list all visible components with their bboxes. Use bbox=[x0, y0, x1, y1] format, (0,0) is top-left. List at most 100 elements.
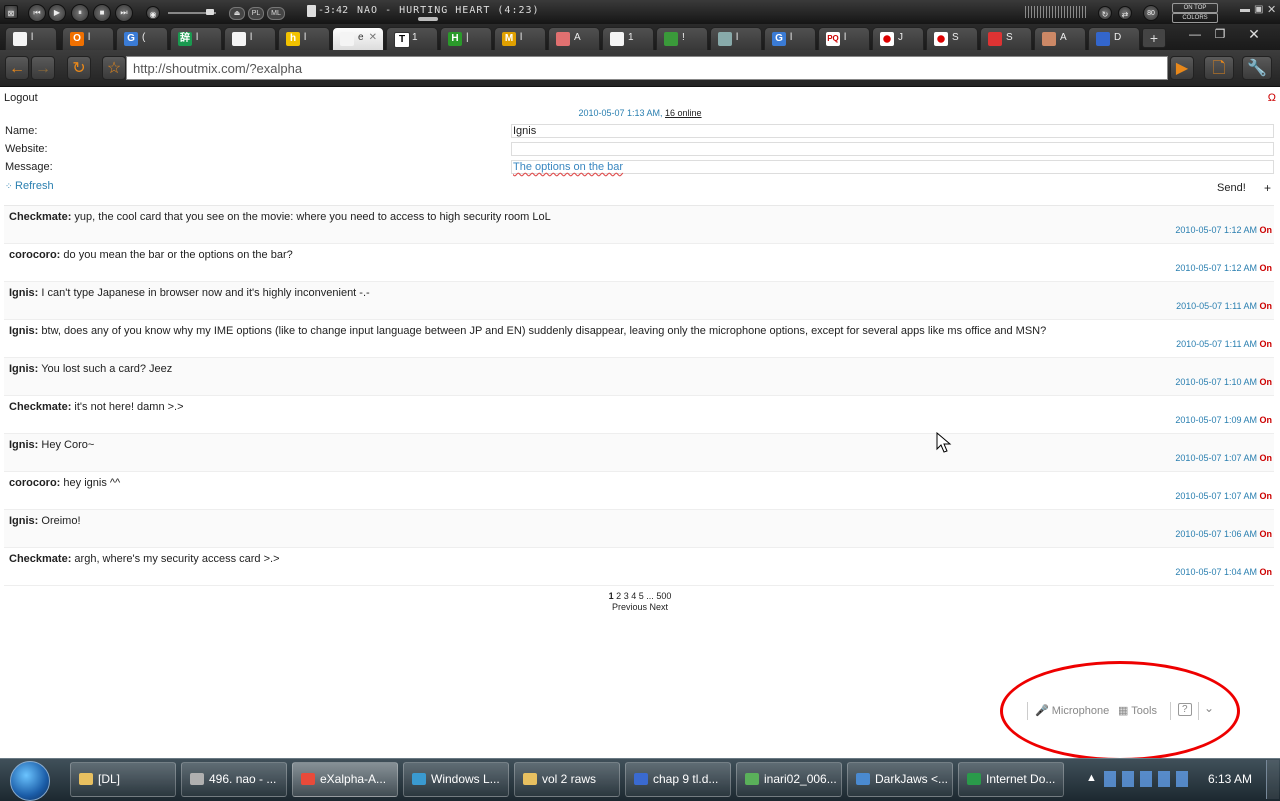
message-flag[interactable]: On bbox=[1260, 377, 1273, 387]
tab[interactable]: Gl bbox=[764, 27, 816, 50]
next-track-button[interactable]: ⏭ bbox=[115, 4, 133, 22]
tab[interactable]: Ol bbox=[62, 27, 114, 50]
tab[interactable]: S bbox=[980, 27, 1032, 50]
play-button[interactable]: ▶ bbox=[48, 4, 66, 22]
refresh-link[interactable]: ⁘ Refresh bbox=[5, 180, 54, 192]
window-close-icon[interactable]: ✕ bbox=[1243, 26, 1265, 42]
tray-icons[interactable] bbox=[1104, 771, 1194, 787]
omega-icon[interactable]: Ω bbox=[1268, 92, 1276, 104]
tab[interactable]: l bbox=[710, 27, 762, 50]
taskbar-item[interactable]: 496. nao - ... bbox=[181, 762, 287, 797]
message-flag[interactable]: On bbox=[1260, 567, 1273, 577]
tab[interactable]: H | bbox=[440, 27, 492, 50]
name-input[interactable] bbox=[511, 124, 1274, 138]
forward-button[interactable]: → bbox=[31, 56, 55, 80]
message-nick[interactable]: Ignis: bbox=[9, 439, 38, 451]
playlist-button[interactable]: PL bbox=[248, 7, 264, 20]
eject-button[interactable]: ⏏ bbox=[229, 7, 245, 20]
tab[interactable]: A bbox=[548, 27, 600, 50]
on-top-toggle[interactable]: ON TOP bbox=[1172, 3, 1218, 13]
seek-slider[interactable] bbox=[418, 17, 438, 21]
tab[interactable]: J bbox=[872, 27, 924, 50]
tab[interactable]: l bbox=[5, 27, 57, 50]
previous-track-button[interactable]: ⏮ bbox=[28, 4, 46, 22]
tab[interactable]: ! bbox=[656, 27, 708, 50]
start-button[interactable] bbox=[10, 761, 50, 801]
message-nick[interactable]: Checkmate: bbox=[9, 553, 71, 565]
media-library-button[interactable]: ML bbox=[267, 7, 285, 20]
wrench-menu-button[interactable]: 🔧 bbox=[1242, 56, 1272, 80]
taskbar-item[interactable]: Internet Do... bbox=[958, 762, 1064, 797]
tab[interactable]: l bbox=[224, 27, 276, 50]
taskbar-item[interactable]: vol 2 raws bbox=[514, 762, 620, 797]
page-menu-button[interactable]: 🗋 bbox=[1204, 56, 1234, 80]
message-nick[interactable]: Checkmate: bbox=[9, 401, 71, 413]
player-maximize-icon[interactable]: ▣ bbox=[1254, 4, 1263, 15]
taskbar-item[interactable]: chap 9 tl.d... bbox=[625, 762, 731, 797]
send-button[interactable]: Send! bbox=[1217, 182, 1246, 194]
online-count-link[interactable]: 16 online bbox=[665, 108, 702, 118]
back-button[interactable]: ← bbox=[5, 56, 29, 80]
expand-button[interactable]: + bbox=[1264, 181, 1271, 195]
message-flag[interactable]: On bbox=[1260, 339, 1273, 349]
page-link[interactable]: 3 bbox=[624, 591, 629, 601]
player-minimize-icon[interactable]: ▬ bbox=[1240, 4, 1250, 15]
tab[interactable]: Ml bbox=[494, 27, 546, 50]
message-nick[interactable]: corocoro: bbox=[9, 249, 60, 261]
tab[interactable]: S bbox=[926, 27, 978, 50]
reload-button[interactable]: ↻ bbox=[67, 56, 91, 80]
page-link[interactable]: 4 bbox=[631, 591, 636, 601]
taskbar-item[interactable]: inari02_006... bbox=[736, 762, 842, 797]
message-flag[interactable]: On bbox=[1260, 263, 1273, 273]
page-link[interactable]: 5 bbox=[639, 591, 644, 601]
website-input[interactable] bbox=[511, 142, 1274, 156]
message-nick[interactable]: Ignis: bbox=[9, 325, 38, 337]
message-flag[interactable]: On bbox=[1260, 453, 1273, 463]
page-link[interactable]: 2 bbox=[616, 591, 621, 601]
tab[interactable]: PQ l bbox=[818, 27, 870, 50]
shuffle-icon[interactable]: ⇄ bbox=[1118, 6, 1132, 20]
clock[interactable]: 6:13 AM bbox=[1200, 762, 1260, 797]
message-nick[interactable]: Ignis: bbox=[9, 363, 38, 375]
message-flag[interactable]: On bbox=[1260, 415, 1273, 425]
pause-button[interactable]: ⏸ bbox=[71, 4, 89, 22]
new-tab-button[interactable]: + bbox=[1142, 28, 1166, 48]
player-menu-icon[interactable]: ⊠ bbox=[4, 5, 18, 19]
message-flag[interactable]: On bbox=[1260, 491, 1273, 501]
address-bar[interactable] bbox=[126, 56, 1168, 80]
colors-toggle[interactable]: COLORS bbox=[1172, 13, 1218, 23]
next-link[interactable]: Next bbox=[650, 602, 669, 612]
page-link-last[interactable]: 500 bbox=[656, 591, 671, 601]
tab-active[interactable]: e ✕ bbox=[332, 27, 384, 50]
taskbar-item[interactable]: Windows L... bbox=[403, 762, 509, 797]
tray-expand-icon[interactable]: ▲ bbox=[1086, 772, 1097, 784]
repeat-icon[interactable]: ↻ bbox=[1098, 6, 1112, 20]
stop-button[interactable]: ■ bbox=[93, 4, 111, 22]
previous-link[interactable]: Previous bbox=[612, 602, 647, 612]
tab-close-icon[interactable]: ✕ bbox=[369, 32, 377, 43]
tab[interactable]: 辞l bbox=[170, 27, 222, 50]
logout-link[interactable]: Logout bbox=[4, 92, 38, 104]
taskbar-item[interactable]: [DL] bbox=[70, 762, 176, 797]
window-restore-icon[interactable]: ❐ bbox=[1209, 26, 1231, 42]
message-flag[interactable]: On bbox=[1260, 529, 1273, 539]
bookmark-star-button[interactable]: ☆ bbox=[102, 56, 126, 80]
tab[interactable]: T1 bbox=[386, 27, 438, 50]
tab[interactable]: 1 bbox=[602, 27, 654, 50]
tab[interactable]: hl bbox=[278, 27, 330, 50]
message-nick[interactable]: corocoro: bbox=[9, 477, 60, 489]
window-minimize-icon[interactable]: — bbox=[1184, 26, 1206, 42]
tab[interactable]: D bbox=[1088, 27, 1140, 50]
message-flag[interactable]: On bbox=[1260, 225, 1273, 235]
taskbar-item[interactable]: eXalpha-A... bbox=[292, 762, 398, 797]
message-nick[interactable]: Ignis: bbox=[9, 515, 38, 527]
go-button[interactable]: ▶ bbox=[1170, 56, 1194, 80]
message-nick[interactable]: Checkmate: bbox=[9, 211, 71, 223]
volume-slider[interactable] bbox=[168, 9, 216, 15]
taskbar-item[interactable]: DarkJaws <... bbox=[847, 762, 953, 797]
show-desktop-button[interactable] bbox=[1266, 760, 1279, 799]
message-input[interactable]: The options on the bar bbox=[511, 160, 1274, 174]
player-close-icon[interactable]: ✕ bbox=[1267, 3, 1276, 16]
tab[interactable]: A bbox=[1034, 27, 1086, 50]
message-nick[interactable]: Ignis: bbox=[9, 287, 38, 299]
